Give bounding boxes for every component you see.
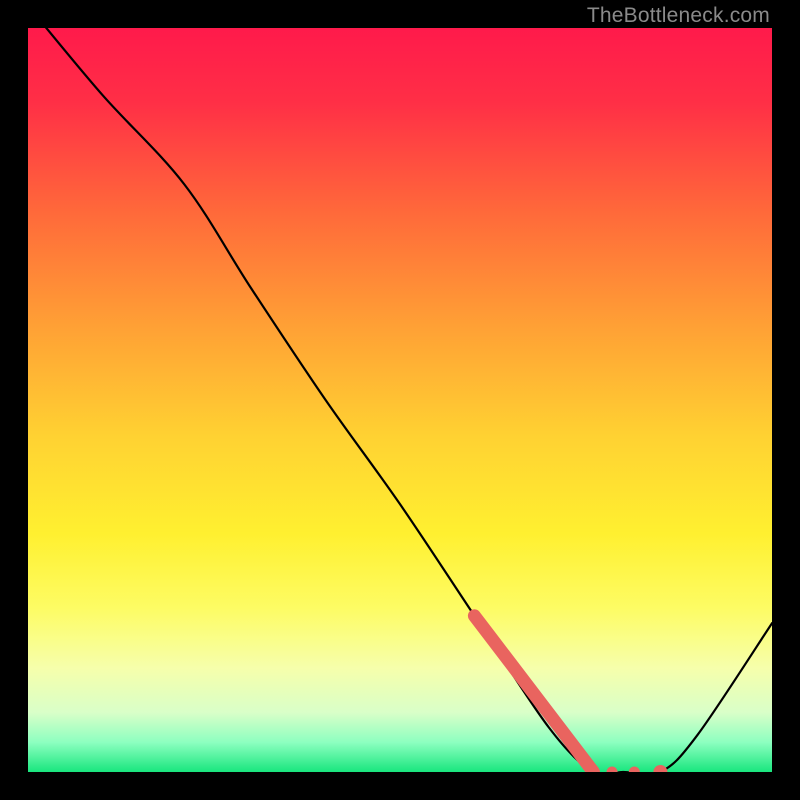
bottleneck-chart xyxy=(28,28,772,772)
watermark-text: TheBottleneck.com xyxy=(587,4,770,28)
gradient-background xyxy=(28,28,772,772)
chart-frame xyxy=(28,28,772,772)
